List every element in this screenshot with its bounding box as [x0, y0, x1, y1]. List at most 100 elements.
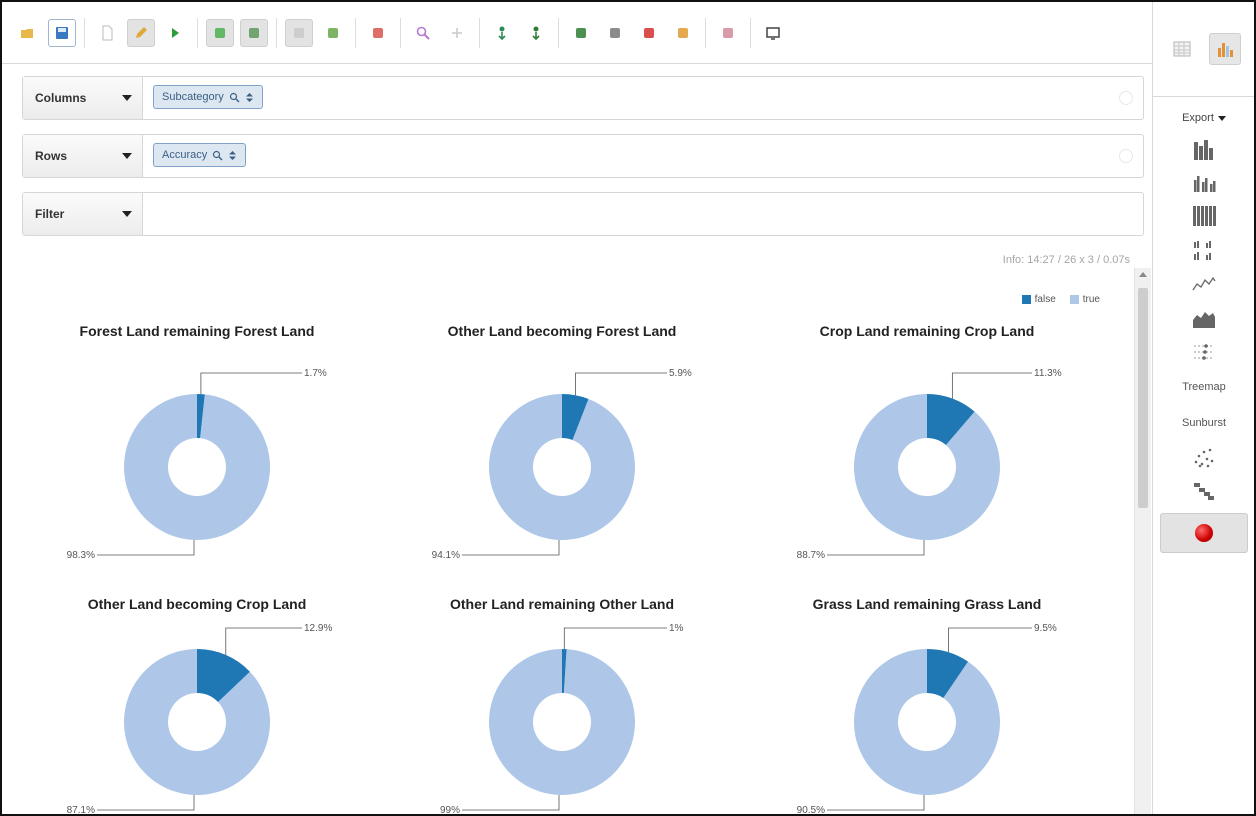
show-parent-button[interactable] [319, 19, 347, 47]
columns-drop-zone[interactable]: Columns Subcategory [22, 76, 1144, 120]
label-leader-line [827, 795, 925, 811]
value-label-true: 88.7% [797, 550, 825, 561]
new-document-button[interactable] [93, 19, 121, 47]
chart-title: Grass Land remaining Grass Land [813, 596, 1042, 612]
zoom-button[interactable] [409, 19, 437, 47]
subcategory-pill[interactable]: Subcategory [153, 85, 263, 109]
drill-across-button[interactable] [443, 19, 471, 47]
toolbar-separator [400, 17, 401, 48]
value-label-false: 1.7% [304, 368, 327, 379]
stacked-bar-chart-button[interactable] [1153, 131, 1254, 165]
donut-charts: Forest Land remaining Forest Land 1.7% 98.… [67, 323, 1062, 814]
clear-axis-icon[interactable] [1119, 149, 1133, 163]
toolbar [2, 2, 1152, 64]
tag-button[interactable] [714, 19, 742, 47]
pie-chart-button[interactable] [1160, 513, 1248, 553]
columns-dropdown[interactable]: Columns [23, 77, 143, 119]
export-xls-button[interactable] [567, 19, 595, 47]
donut-chart: Forest Land remaining Forest Land 1.7% 98.… [67, 323, 327, 561]
drill-member-button[interactable] [488, 19, 516, 47]
dot-chart-button[interactable] [1153, 335, 1254, 369]
export-csv-button[interactable] [601, 19, 629, 47]
filter-drop-zone[interactable]: Filter [22, 192, 1144, 236]
auto-run-button[interactable] [206, 18, 234, 47]
drill-position-button[interactable] [522, 19, 550, 47]
donut-chart: Other Land becoming Crop Land 12.9% 87.1% [67, 596, 333, 814]
legend-label-false: false [1034, 294, 1056, 305]
chevron-down-icon [1217, 115, 1226, 121]
scroll-up-arrow[interactable] [1139, 272, 1147, 277]
chart-view-button[interactable] [1209, 33, 1241, 65]
label-leader-line [97, 540, 195, 556]
treemap-option[interactable]: Treemap [1182, 369, 1226, 405]
chart-view-icon [1218, 43, 1233, 57]
dot-chart-icon [1194, 344, 1214, 360]
hide-parent-icon [373, 27, 383, 38]
sunburst-option[interactable]: Sunburst [1182, 405, 1226, 441]
waterfall-chart-button[interactable] [1153, 475, 1254, 509]
chart-title: Other Land becoming Forest Land [448, 323, 677, 339]
zoom-icon [416, 26, 430, 40]
export-xls-icon [576, 27, 586, 38]
chart-title: Other Land becoming Crop Land [88, 596, 307, 612]
value-label-false: 1% [669, 623, 684, 634]
filter-dropdown[interactable]: Filter [23, 193, 143, 235]
line-chart-button[interactable] [1153, 267, 1254, 301]
sort-icon[interactable] [245, 92, 254, 103]
hide-parent-button[interactable] [364, 19, 392, 47]
swap-axes-button[interactable] [285, 18, 313, 47]
donut-chart: Crop Land remaining Crop Land 11.3% 88.7% [797, 323, 1062, 561]
export-pdf-button[interactable] [635, 19, 663, 47]
vertical-scrollbar[interactable] [1134, 268, 1151, 814]
table-view-button[interactable] [1167, 34, 1197, 64]
scrollbar-thumb[interactable] [1138, 288, 1148, 508]
chevron-down-icon [122, 211, 132, 217]
accuracy-pill[interactable]: Accuracy [153, 143, 247, 167]
chart-title: Other Land remaining Other Land [450, 596, 674, 612]
auto-run-icon [215, 27, 225, 38]
chevron-down-icon [122, 95, 132, 101]
stacked-bar-chart-icon [1194, 140, 1213, 160]
show-chart-icon [766, 26, 780, 40]
label-leader-line [948, 627, 1032, 653]
tag-icon [723, 27, 733, 38]
toolbar-separator [276, 17, 277, 48]
search-icon[interactable] [212, 150, 223, 161]
donut-chart: Other Land becoming Forest Land 5.9% 94.1% [432, 323, 692, 561]
edit-query-icon [678, 27, 688, 38]
export-label: Export [1182, 112, 1214, 124]
value-label-true: 99% [440, 805, 460, 814]
chart-title: Crop Land remaining Crop Land [820, 323, 1035, 339]
label-leader-line [462, 540, 560, 556]
edit-query-button[interactable] [669, 19, 697, 47]
show-chart-button[interactable] [759, 19, 787, 47]
area-chart-button[interactable] [1153, 301, 1254, 335]
save-button[interactable] [48, 18, 76, 47]
chart-type-list: Export Treemap Sunburst [1153, 97, 1254, 553]
sort-icon[interactable] [228, 150, 237, 161]
export-csv-icon [610, 27, 620, 38]
search-icon[interactable] [229, 92, 240, 103]
edit-pencil-button[interactable] [127, 18, 155, 47]
scatter-chart-button[interactable] [1153, 441, 1254, 475]
label-leader-line [462, 795, 560, 811]
export-menu-button[interactable]: Export [1182, 105, 1226, 131]
non-empty-button[interactable] [240, 18, 268, 47]
legend-label-true: true [1082, 294, 1100, 305]
label-leader-line [97, 795, 195, 811]
grouped-bar-chart-button[interactable] [1153, 165, 1254, 199]
stacked-100-bar-chart-button[interactable] [1153, 199, 1254, 233]
clear-axis-icon[interactable] [1119, 91, 1133, 105]
open-folder-button[interactable] [14, 19, 42, 47]
rows-drop-zone[interactable]: Rows Accuracy [22, 134, 1144, 178]
chart-area: false true Forest Land remaining Forest … [22, 274, 1130, 814]
toolbar-separator [84, 17, 85, 48]
multiple-bar-chart-button[interactable] [1153, 233, 1254, 267]
save-icon [56, 26, 68, 39]
value-label-true: 90.5% [797, 805, 825, 814]
rows-dropdown[interactable]: Rows [23, 135, 143, 177]
run-play-button[interactable] [161, 19, 189, 47]
chevron-down-icon [122, 153, 132, 159]
side-panel: Export Treemap Sunburst [1152, 2, 1254, 814]
drill-across-icon [452, 27, 462, 38]
